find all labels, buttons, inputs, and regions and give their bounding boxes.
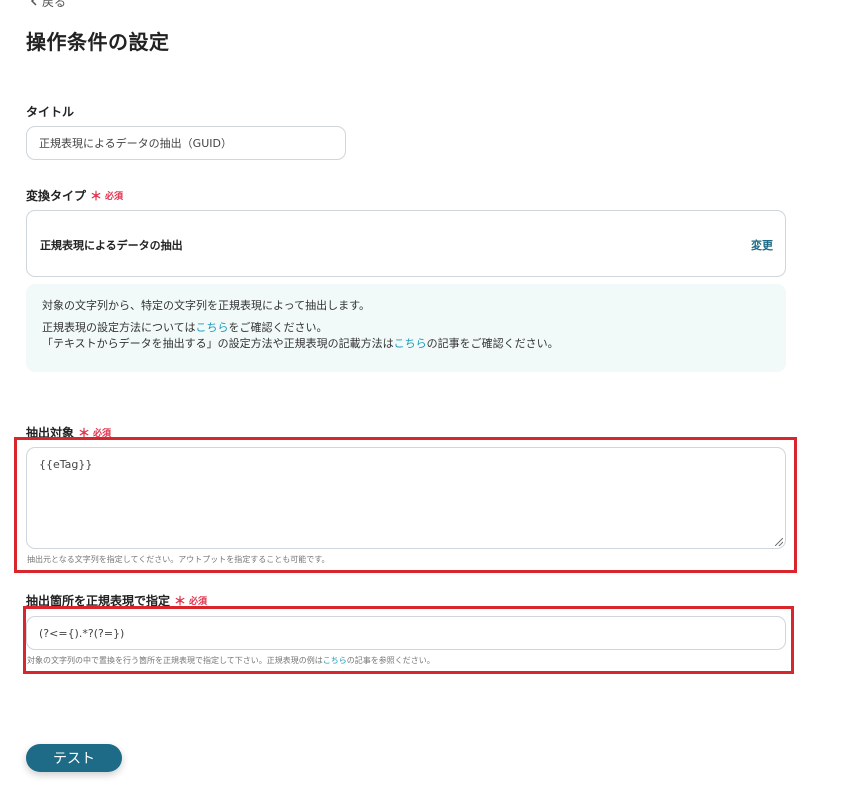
regex-helper-post: の記事を参照ください。 [346,656,435,665]
back-link[interactable]: 戻る [30,0,66,10]
info-line-3-post: の記事をご確認ください。 [426,337,559,350]
conversion-type-box: 正規表現によるデータの抽出 変更 [26,210,786,277]
required-badge: 必須 [105,192,124,202]
extract-target-textarea[interactable]: {{eTag}} [26,447,786,549]
info-line-3-pre: 「テキストからデータを抽出する」の設定方法や正規表現の記載方法は [42,337,394,350]
info-line-3: 「テキストからデータを抽出する」の設定方法や正規表現の記載方法はこちらの記事をご… [42,336,786,352]
conversion-type-value: 正規表現によるデータの抽出 [40,239,183,252]
regex-input[interactable]: (?<={).*?(?=}) [26,616,786,650]
extract-target-helper: 抽出元となる文字列を指定してください。アウトプットを指定することも可能です。 [27,555,330,564]
required-asterisk: ＊ [90,189,103,203]
article-link[interactable]: こちら [394,337,427,350]
title-input[interactable]: 正規表現によるデータの抽出（GUID） [26,126,346,160]
info-line-2-pre: 正規表現の設定方法については [42,321,196,334]
extract-target-value: {{eTag}} [39,458,93,471]
test-button[interactable]: テスト [26,744,122,772]
page-title: 操作条件の設定 [26,30,170,54]
info-box: 対象の文字列から、特定の文字列を正規表現によって抽出します。 正規表現の設定方法… [26,284,786,372]
info-line-2-post: をご確認ください。 [228,321,328,334]
regex-helper-pre: 対象の文字列の中で置換を行う箇所を正規表現で指定して下さい。正規表現の例は [27,656,323,665]
resize-handle-icon[interactable] [775,538,783,546]
conversion-type-label-text: 変換タイプ [26,189,87,203]
back-label: 戻る [42,0,67,9]
info-line-1: 対象の文字列から、特定の文字列を正規表現によって抽出します。 [42,299,371,312]
settings-help-link[interactable]: こちら [195,321,228,334]
title-label: タイトル [26,103,74,120]
regex-helper: 対象の文字列の中で置換を行う箇所を正規表現で指定して下さい。正規表現の例はこちら… [27,655,435,666]
info-line-2: 正規表現の設定方法についてはこちらをご確認ください。 [42,320,786,336]
conversion-type-label: 変換タイプ ＊ 必須 [26,187,123,204]
regex-examples-link[interactable]: こちら [323,656,347,665]
chevron-left-icon [30,0,38,9]
change-type-link[interactable]: 変更 [751,237,773,253]
title-label-text: タイトル [26,105,75,119]
